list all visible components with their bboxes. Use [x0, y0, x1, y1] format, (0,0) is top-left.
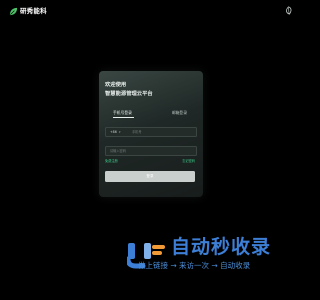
register-link[interactable]: 免费注册	[105, 158, 118, 164]
card-title: 欢迎使用 智慧能源管理云平台	[105, 81, 153, 99]
watermark-subtitle: 做上链接 → 来访一次 → 自动收录	[138, 261, 251, 270]
active-tab-indicator	[113, 117, 134, 118]
country-code-select[interactable]: +86	[110, 128, 117, 136]
greeting-text: 欢迎使用	[105, 82, 127, 88]
watermark: 自动秒收录 做上链接 → 来访一次 → 自动收录	[124, 236, 286, 276]
login-card: 欢迎使用 智慧能源管理云平台 手机号登录 邮箱登录 +86 ▾ 手机号 请输入密…	[99, 71, 203, 197]
password-field[interactable]: 请输入密码	[105, 146, 197, 156]
login-page: 研秀能科 欢迎使用 智慧能源管理云平台 手机号登录 邮箱登录 +86 ▾ 手机号…	[0, 0, 300, 300]
password-input-placeholder[interactable]: 请输入密码	[110, 147, 126, 155]
leaf-icon[interactable]	[284, 6, 293, 15]
tab-phone-login[interactable]: 手机号登录	[113, 109, 132, 117]
brand[interactable]: 研秀能科	[9, 7, 47, 16]
leaf-logo-icon	[9, 7, 18, 16]
chevron-down-icon: ▾	[119, 130, 121, 134]
forgot-password-link[interactable]: 忘记密码	[182, 158, 195, 164]
platform-name: 智慧能源管理云平台	[105, 91, 153, 97]
watermark-title: 自动秒收录	[171, 236, 272, 258]
phone-field[interactable]: +86 ▾ 手机号	[105, 127, 197, 137]
brand-name: 研秀能科	[20, 7, 47, 15]
tab-email-login[interactable]: 邮箱登录	[172, 109, 187, 117]
login-tabs: 手机号登录 邮箱登录	[105, 109, 197, 119]
login-button[interactable]: 登录	[105, 171, 195, 182]
phone-input-placeholder[interactable]: 手机号	[132, 128, 142, 136]
